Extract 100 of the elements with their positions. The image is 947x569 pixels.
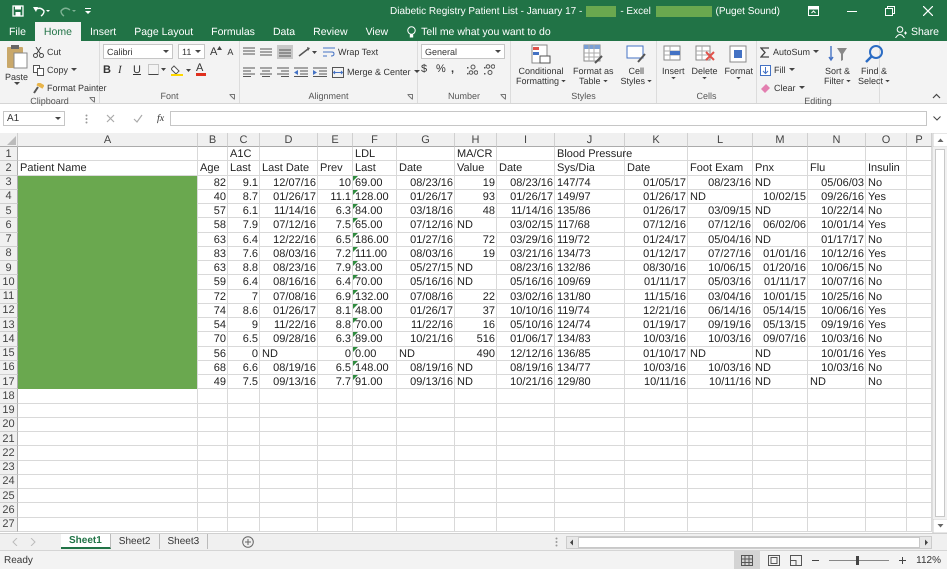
ribbon-tab[interactable]: Insert: [80, 22, 126, 41]
sheet-tab[interactable]: Sheet2: [110, 534, 160, 549]
zoom-in-icon[interactable]: [899, 556, 906, 564]
column-letter[interactable]: A: [104, 134, 112, 146]
page-layout-icon[interactable]: [768, 554, 780, 566]
paste-button[interactable]: Paste: [3, 44, 30, 86]
bold-button[interactable]: B: [103, 64, 113, 76]
format-button[interactable]: Format: [722, 44, 756, 80]
column-letter[interactable]: F: [371, 134, 378, 146]
scrollbar-thumb[interactable]: [935, 149, 945, 517]
column-letter[interactable]: P: [915, 134, 923, 146]
drag-handle-icon[interactable]: [85, 114, 88, 124]
column-letter[interactable]: B: [208, 134, 216, 146]
wrap-text-button[interactable]: Wrap Text: [323, 44, 378, 60]
ribbon-tab[interactable]: Formulas: [202, 22, 264, 41]
close-icon[interactable]: [923, 6, 933, 16]
delete-button[interactable]: Delete: [690, 44, 720, 80]
column-letter[interactable]: J: [586, 134, 592, 146]
ribbon-tab[interactable]: Data: [264, 22, 304, 41]
column-letter[interactable]: K: [652, 134, 660, 146]
column-letter[interactable]: M: [775, 134, 785, 146]
column-letter[interactable]: D: [284, 134, 292, 146]
align-right-icon[interactable]: [277, 67, 289, 77]
format-as-table-button[interactable]: Format as Table: [571, 44, 616, 86]
column-letter[interactable]: N: [832, 134, 840, 146]
currency-button[interactable]: $: [421, 63, 431, 75]
number-format-field[interactable]: General: [421, 44, 505, 59]
cell-styles-button[interactable]: Cell Styles: [618, 44, 654, 86]
ribbon-tab[interactable]: Review: [304, 22, 357, 41]
column-letter[interactable]: E: [331, 134, 339, 146]
autosum-button[interactable]: AutoSum: [760, 44, 820, 60]
column-letter[interactable]: O: [882, 134, 890, 146]
grow-font-button[interactable]: A: [210, 46, 222, 58]
collapse-ribbon-icon[interactable]: [932, 93, 941, 99]
align-middle-icon[interactable]: [260, 47, 272, 57]
shrink-font-button[interactable]: A: [227, 46, 238, 56]
conditional-formatting-button[interactable]: Conditional Formatting: [514, 44, 568, 86]
fill-color-icon[interactable]: [171, 64, 191, 76]
check-icon[interactable]: [133, 114, 143, 123]
zoom-level[interactable]: 112%: [916, 554, 941, 566]
dialog-launcher-icon[interactable]: [407, 94, 413, 100]
dialog-launcher-icon[interactable]: [500, 94, 506, 100]
ribbon-tab[interactable]: File: [0, 22, 35, 41]
increase-indent-icon[interactable]: [313, 67, 327, 77]
zoom-slider[interactable]: [829, 554, 890, 566]
scroll-right-icon[interactable]: [922, 536, 931, 548]
column-letter[interactable]: C: [240, 134, 248, 146]
sort-filter-button[interactable]: Sort & Filter: [822, 44, 854, 86]
increase-decimal-icon[interactable]: [466, 64, 478, 74]
column-letter[interactable]: L: [716, 134, 724, 146]
dialog-launcher-icon[interactable]: [229, 94, 235, 100]
align-left-icon[interactable]: [243, 67, 255, 77]
font-color-button[interactable]: A: [196, 63, 206, 76]
formula-input[interactable]: [170, 111, 927, 126]
insert-button[interactable]: Insert: [660, 44, 687, 80]
clear-button[interactable]: Clear: [760, 80, 805, 96]
font-name-field[interactable]: Calibri: [103, 44, 173, 59]
fill-button[interactable]: Fill: [760, 62, 794, 78]
dialog-launcher-icon[interactable]: [89, 97, 95, 103]
percent-button[interactable]: %: [436, 63, 446, 75]
column-letter[interactable]: I: [524, 134, 528, 146]
cut-button[interactable]: Cut: [33, 44, 62, 60]
share-button[interactable]: Share: [910, 26, 939, 38]
account-name[interactable]: (Puget Sound): [716, 6, 780, 16]
insert-function-button[interactable]: fx: [157, 113, 164, 124]
name-box[interactable]: A1: [3, 111, 65, 126]
align-top-icon[interactable]: [243, 47, 255, 57]
scroll-down-icon[interactable]: [933, 519, 947, 533]
align-bottom-icon[interactable]: [277, 45, 293, 59]
merge-center-button[interactable]: Merge & Center: [332, 64, 420, 80]
sheet-tab[interactable]: Sheet1: [61, 534, 111, 549]
italic-button[interactable]: I: [118, 64, 128, 76]
horizontal-scrollbar[interactable]: [566, 536, 932, 548]
copy-button[interactable]: Copy: [33, 62, 78, 78]
borders-icon[interactable]: [148, 64, 166, 75]
ribbon-tab[interactable]: View: [356, 22, 398, 41]
column-letter[interactable]: H: [472, 134, 480, 146]
restore-icon[interactable]: [885, 6, 895, 16]
comma-button[interactable]: ,: [451, 63, 461, 75]
column-letter[interactable]: G: [421, 134, 430, 146]
scroll-up-icon[interactable]: [933, 133, 947, 147]
expand-icon[interactable]: [933, 116, 941, 121]
page-break-icon[interactable]: [790, 554, 802, 566]
customize-toolbar-icon[interactable]: [84, 6, 92, 16]
add-sheet-icon[interactable]: [242, 536, 254, 548]
splitter-handle-icon[interactable]: [555, 537, 558, 547]
decrease-indent-icon[interactable]: [294, 67, 308, 77]
tell-me-field[interactable]: Tell me what you want to do: [421, 26, 551, 38]
font-size-field[interactable]: 11: [178, 44, 205, 59]
ribbon-tab[interactable]: Home: [34, 22, 81, 41]
normal-view-icon[interactable]: [734, 550, 760, 569]
align-center-icon[interactable]: [260, 67, 272, 77]
sheet-tab[interactable]: Sheet3: [160, 534, 208, 549]
underline-button[interactable]: U: [133, 64, 143, 76]
decrease-decimal-icon[interactable]: [483, 64, 495, 74]
undo-icon[interactable]: [32, 5, 50, 17]
format-painter-button[interactable]: Format Painter: [33, 80, 107, 96]
orientation-icon[interactable]: [298, 46, 318, 58]
save-icon[interactable]: [12, 5, 24, 17]
ribbon-display-icon[interactable]: [808, 6, 819, 16]
